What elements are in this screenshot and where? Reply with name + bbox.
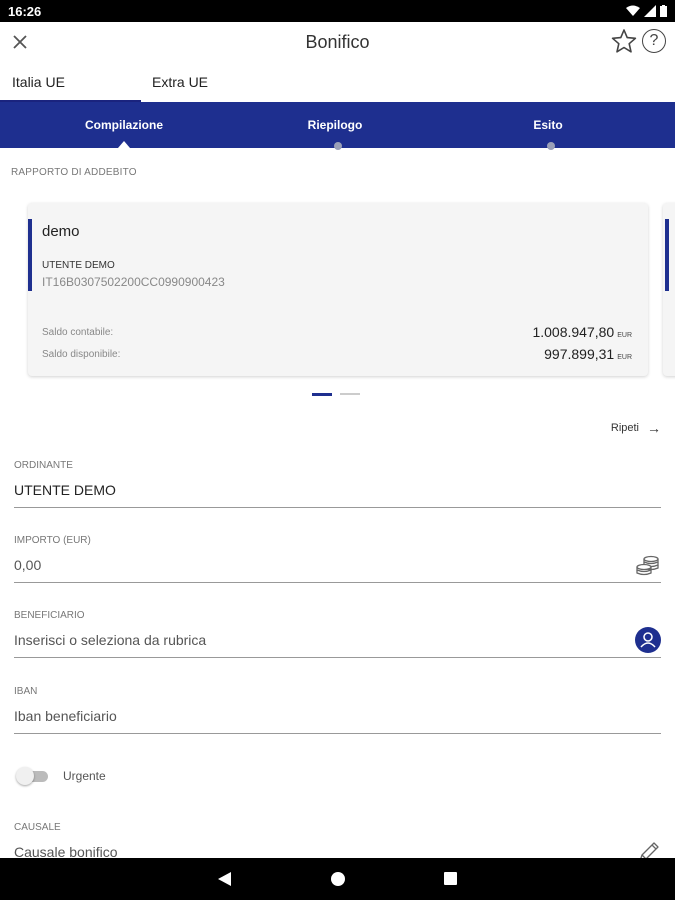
ordinante-value: UTENTE DEMO [14,482,116,498]
recent-apps-icon[interactable] [444,872,457,885]
pager-dot[interactable] [340,393,360,395]
page-title: Bonifico [305,32,370,52]
wifi-icon [626,4,640,22]
available-amount: 997.899,31 [544,346,615,362]
urgente-label: Urgente [63,769,106,783]
transfer-type-tabs: Italia UE Extra UE [0,64,675,102]
status-time: 16:26 [8,4,42,19]
ordinante-label: ORDINANTE [14,460,73,471]
iban-field[interactable]: IBAN Iban beneficiario [14,686,661,734]
available-currency: EUR [617,354,632,361]
step-esito: Esito [533,118,563,132]
pager-dot-active[interactable] [312,393,332,396]
step-dot-riepilogo [334,142,342,150]
contact-icon[interactable] [635,627,661,653]
importo-field[interactable]: IMPORTO (EUR) 0,00 [14,535,661,583]
toggle-thumb [16,767,34,785]
available-value: 997.899,31 EUR [544,346,632,362]
repeat-button[interactable]: Ripeti → [611,420,661,436]
coins-icon[interactable] [635,555,661,577]
star-icon[interactable] [611,28,637,54]
balance-amount: 1.008.947,80 [532,324,615,340]
beneficiario-input[interactable]: Inserisci o seleziona da rubrica [14,632,206,648]
system-nav-bar [0,858,675,900]
section-label-account: RAPPORTO DI ADDEBITO [11,167,137,178]
iban-input[interactable]: Iban beneficiario [14,708,117,724]
causale-label: CAUSALE [14,822,61,833]
arrow-right-icon: → [647,420,661,436]
account-name: demo [42,223,80,240]
repeat-label: Ripeti [610,422,639,434]
app-bar: Bonifico ? [0,22,675,64]
balance-value: 1.008.947,80 EUR [532,324,632,340]
step-compilazione: Compilazione [84,118,164,132]
available-label: Saldo disponibile: [42,349,121,360]
beneficiario-field[interactable]: BENEFICIARIO Inserisci o seleziona da ru… [14,610,661,658]
account-card[interactable]: demo UTENTE DEMO IT16B0307502200CC099090… [28,203,648,376]
active-step-marker [118,141,130,148]
account-iban: IT16B0307502200CC0990900423 [42,275,225,289]
step-riepilogo: Riepilogo [307,118,363,132]
card-accent-bar [665,219,669,291]
status-icons [626,4,667,22]
beneficiario-label: BENEFICIARIO [14,610,85,621]
tab-italia-ue[interactable]: Italia UE [12,74,65,90]
progress-stepper: Compilazione Riepilogo Esito [0,102,675,150]
tab-extra-ue[interactable]: Extra UE [152,74,208,90]
next-account-card[interactable] [663,203,675,376]
balance-currency: EUR [617,332,632,339]
battery-icon [660,4,667,22]
urgente-toggle[interactable] [16,767,48,785]
importo-label: IMPORTO (EUR) [14,535,91,546]
account-owner: UTENTE DEMO [42,260,115,271]
iban-label: IBAN [14,686,38,697]
help-icon[interactable]: ? [642,29,666,53]
back-icon[interactable] [218,872,232,891]
home-icon[interactable] [331,872,345,886]
card-accent-bar [28,219,32,291]
card-pager [312,393,360,396]
ordinante-field[interactable]: ORDINANTE UTENTE DEMO [14,460,661,508]
step-dot-esito [547,142,555,150]
signal-icon [644,4,656,22]
status-bar: 16:26 [0,0,675,22]
importo-input[interactable]: 0,00 [14,557,41,573]
balance-label: Saldo contabile: [42,327,114,338]
